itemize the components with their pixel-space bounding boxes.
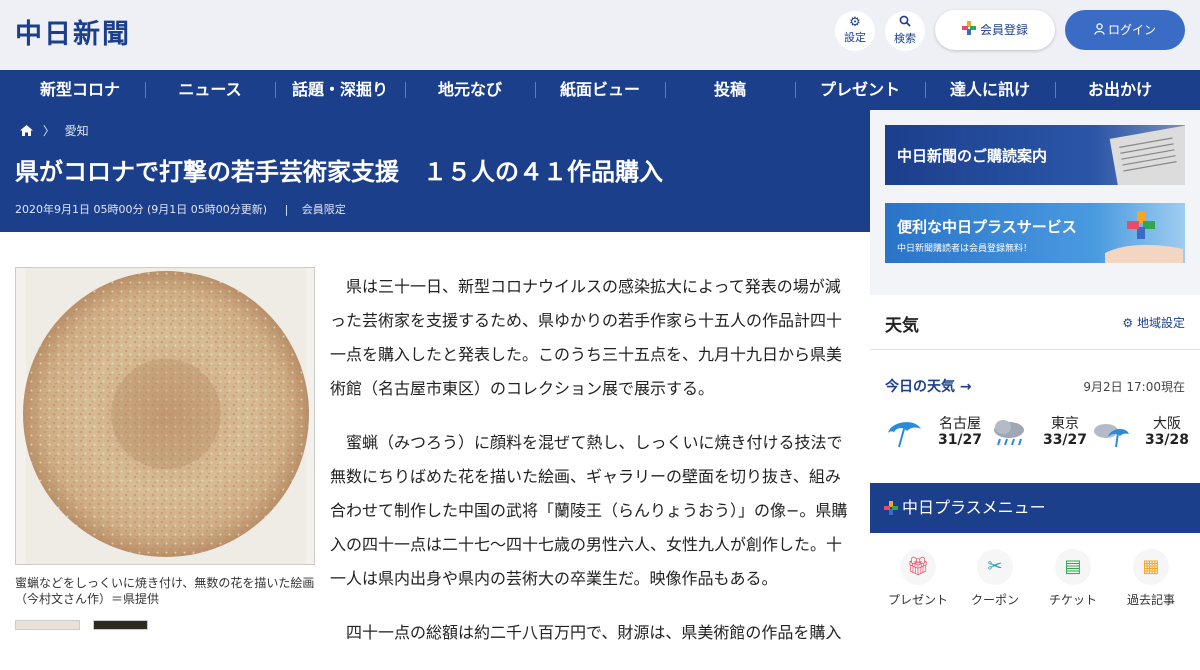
region-setting-label: 地域設定 [1136, 316, 1185, 330]
home-icon[interactable] [20, 125, 33, 139]
umbrella-icon [888, 422, 921, 448]
city-temp: 31/27 [937, 432, 983, 448]
article-paragraph: 四十一点の総額は約二千八百万円で、財源は、県美術館の作品を購入 [346, 623, 842, 642]
today-weather-link[interactable]: 今日の天気 → [885, 376, 972, 396]
meta-divider: | [284, 203, 289, 216]
article-paragraph: 蜜蝋（みつろう）に顔料を混ぜて熱し、しっくいに焼き付ける技法で無数にちりばめた花… [330, 433, 848, 588]
weather-city-tokyo[interactable]: 東京 33/27 [990, 411, 1090, 451]
thumbnail-1[interactable] [15, 620, 80, 630]
plus-menu-header: 中日プラスメニュー [870, 483, 1200, 533]
user-icon [1094, 11, 1105, 51]
plus-logo-icon [961, 11, 976, 51]
nav-item-outing[interactable]: お出かけ [1055, 70, 1185, 110]
gear-icon: ⚙ [1122, 316, 1134, 330]
gift-icon: 🎁︎ [900, 549, 936, 585]
nav-item-post[interactable]: 投稿 [665, 70, 795, 110]
member-register-button[interactable]: 会員登録 [935, 10, 1055, 50]
ticket-icon: ▤ [1055, 549, 1091, 585]
city-temp: 33/27 [1042, 432, 1088, 448]
city-temp: 33/28 [1144, 432, 1190, 448]
article-title: 県がコロナで打撃の若手芸術家支援 １５人の４１作品購入 [15, 158, 663, 186]
photo-caption: 蜜蝋などをしっくいに焼き付け、無数の花を描いた絵画（今村文さん作）＝県提供 [15, 576, 315, 606]
member-only-badge: 会員限定 [301, 203, 346, 216]
settings-label: 設定 [844, 31, 866, 44]
article-photo[interactable] [15, 267, 315, 565]
plus-logo-icon [884, 501, 898, 515]
plus-service-banner[interactable]: 便利な中日プラスサービス 中日新聞購読者は会員登録無料！ [885, 203, 1185, 263]
nav-item-local[interactable]: 地元なび [405, 70, 535, 110]
nav-item-topics[interactable]: 話題・深掘り [275, 70, 405, 110]
login-button[interactable]: ログイン [1065, 10, 1185, 50]
breadcrumb-category[interactable]: 愛知 [65, 124, 89, 138]
plus-menu-title: 中日プラスメニュー [902, 498, 1046, 517]
breadcrumb-separator: 〉 [42, 124, 55, 138]
region-setting-link[interactable]: ⚙ 地域設定 [1122, 314, 1185, 331]
rain-cloud-icon [994, 420, 1024, 446]
plus-item-coupon[interactable]: ✂ クーポン [955, 549, 1035, 608]
arrow-right-icon: → [959, 379, 972, 395]
search-icon [885, 15, 925, 32]
plus-item-ticket[interactable]: ▤ チケット [1033, 549, 1113, 608]
city-name: 東京 [1051, 416, 1079, 432]
article-date: 2020年9月1日 05時00分 (9月1日 05時00分更新) [15, 203, 268, 216]
hand-plus-image [1105, 211, 1183, 263]
nav-item-present[interactable]: プレゼント [795, 70, 925, 110]
member-register-label: 会員登録 [979, 23, 1028, 37]
login-label: ログイン [1107, 23, 1156, 37]
settings-button[interactable]: ⚙ 設定 [835, 11, 875, 51]
article-paragraph: 県は三十一日、新型コロナウイルスの感染拡大によって発表の場が減った芸術家を支援す… [330, 277, 843, 398]
cloud-umbrella-icon [1094, 424, 1129, 448]
search-button[interactable]: 検索 [885, 11, 925, 51]
search-label: 検索 [894, 32, 916, 45]
nav-item-expert[interactable]: 達人に訊け [925, 70, 1055, 110]
plus-item-label: クーポン [970, 593, 1019, 607]
article-meta: 2020年9月1日 05時00分 (9月1日 05時00分更新) | 会員限定 [15, 201, 346, 217]
nav-item-paper-view[interactable]: 紙面ビュー [535, 70, 665, 110]
sidebar: 中日新聞のご購読案内 便利な中日プラスサービス 中日新聞購読者は会員登録無料！ … [870, 110, 1200, 630]
gear-icon: ⚙ [849, 15, 861, 30]
main-nav: 新型コロナ ニュース 話題・深掘り 地元なび 紙面ビュー 投稿 プレゼント 達人… [0, 70, 1200, 110]
nav-item-corona[interactable]: 新型コロナ [15, 70, 145, 110]
weather-city-osaka[interactable]: 大阪 33/28 [1092, 411, 1192, 451]
site-logo[interactable]: 中日新聞 [15, 12, 131, 51]
site-header: 中日新聞 ⚙ 設定 検索 会員登録 ログイン [0, 0, 1200, 70]
weather-timestamp: 9月2日 17:00現在 [1083, 380, 1185, 394]
plus-item-label: 過去記事 [1126, 593, 1175, 607]
article-body: 県は三十一日、新型コロナウイルスの感染拡大によって発表の場が減った芸術家を支援す… [330, 270, 855, 670]
today-weather-label: 今日の天気 [885, 379, 955, 395]
plus-item-archive[interactable]: ▦ 過去記事 [1111, 549, 1191, 608]
archive-icon: ▦ [1133, 549, 1169, 585]
city-name: 名古屋 [939, 416, 981, 432]
weather-title: 天気 [885, 316, 919, 336]
plus-item-label: チケット [1048, 593, 1097, 607]
coupon-icon: ✂ [977, 549, 1013, 585]
subscription-banner[interactable]: 中日新聞のご購読案内 [885, 125, 1185, 185]
weather-header: 天気 ⚙ 地域設定 [870, 295, 1200, 350]
city-name: 大阪 [1153, 416, 1181, 432]
breadcrumb: 〉 愛知 [20, 122, 89, 139]
artwork-image [16, 268, 314, 564]
weather-widget: 天気 ⚙ 地域設定 今日の天気 → 9月2日 17:00現在 名古屋 31/27 [870, 295, 1200, 483]
thumbnail-2[interactable] [93, 620, 148, 630]
nav-item-news[interactable]: ニュース [145, 70, 275, 110]
plus-item-present[interactable]: 🎁︎ プレゼント [878, 549, 958, 608]
subscription-banner-label: 中日新聞のご購読案内 [897, 147, 1048, 165]
newspaper-image [1109, 125, 1185, 185]
article-header: 〉 愛知 県がコロナで打撃の若手芸術家支援 １５人の４１作品購入 2020年9月… [0, 110, 870, 232]
plus-menu-items: 🎁︎ プレゼント ✂ クーポン ▤ チケット ▦ 過去記事 [870, 533, 1200, 630]
plus-item-label: プレゼント [887, 593, 948, 607]
plus-service-title: 便利な中日プラスサービス [897, 218, 1077, 236]
weather-city-nagoya[interactable]: 名古屋 31/27 [885, 411, 985, 451]
